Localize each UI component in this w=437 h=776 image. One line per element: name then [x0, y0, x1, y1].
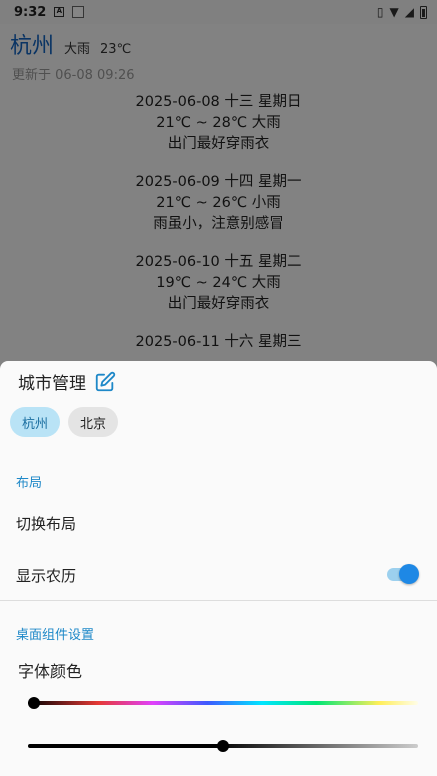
edit-icon[interactable] — [94, 371, 116, 393]
hue-slider-thumb[interactable] — [28, 697, 40, 709]
font-color-label: 字体颜色 — [18, 662, 83, 681]
brightness-slider[interactable] — [28, 739, 418, 753]
city-chip-beijing[interactable]: 北京 — [68, 407, 119, 437]
switch-layout-item[interactable]: 切换布局 — [16, 513, 76, 534]
settings-bottom-sheet: 城市管理 杭州 北京 布局 切换布局 显示农历 桌面组件设置 字体颜色 — [0, 361, 437, 776]
hue-slider-track — [28, 701, 418, 705]
city-chip-hangzhou[interactable]: 杭州 — [10, 407, 61, 437]
brightness-slider-thumb[interactable] — [217, 740, 229, 752]
city-chips: 杭州 北京 — [10, 407, 119, 437]
city-management-header: 城市管理 — [18, 369, 116, 394]
show-lunar-toggle[interactable] — [387, 564, 419, 584]
widget-section-label: 桌面组件设置 — [16, 628, 95, 643]
layout-section-label: 布局 — [16, 476, 43, 491]
city-management-title: 城市管理 — [18, 374, 86, 394]
toggle-thumb — [399, 564, 419, 584]
show-lunar-label: 显示农历 — [16, 567, 77, 585]
divider — [0, 600, 437, 601]
hue-slider[interactable] — [28, 696, 418, 710]
